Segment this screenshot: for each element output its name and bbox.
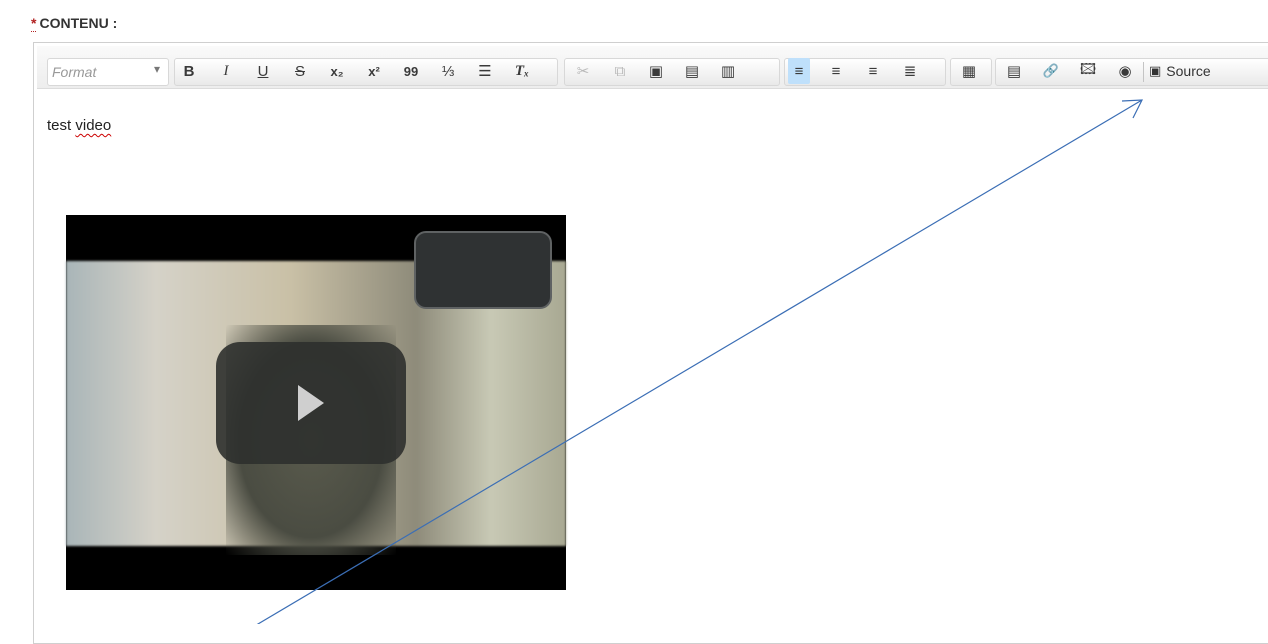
arrow-head-icon <box>1121 99 1143 119</box>
annotation-arrow <box>256 99 1143 624</box>
arrow-line <box>256 99 1143 624</box>
